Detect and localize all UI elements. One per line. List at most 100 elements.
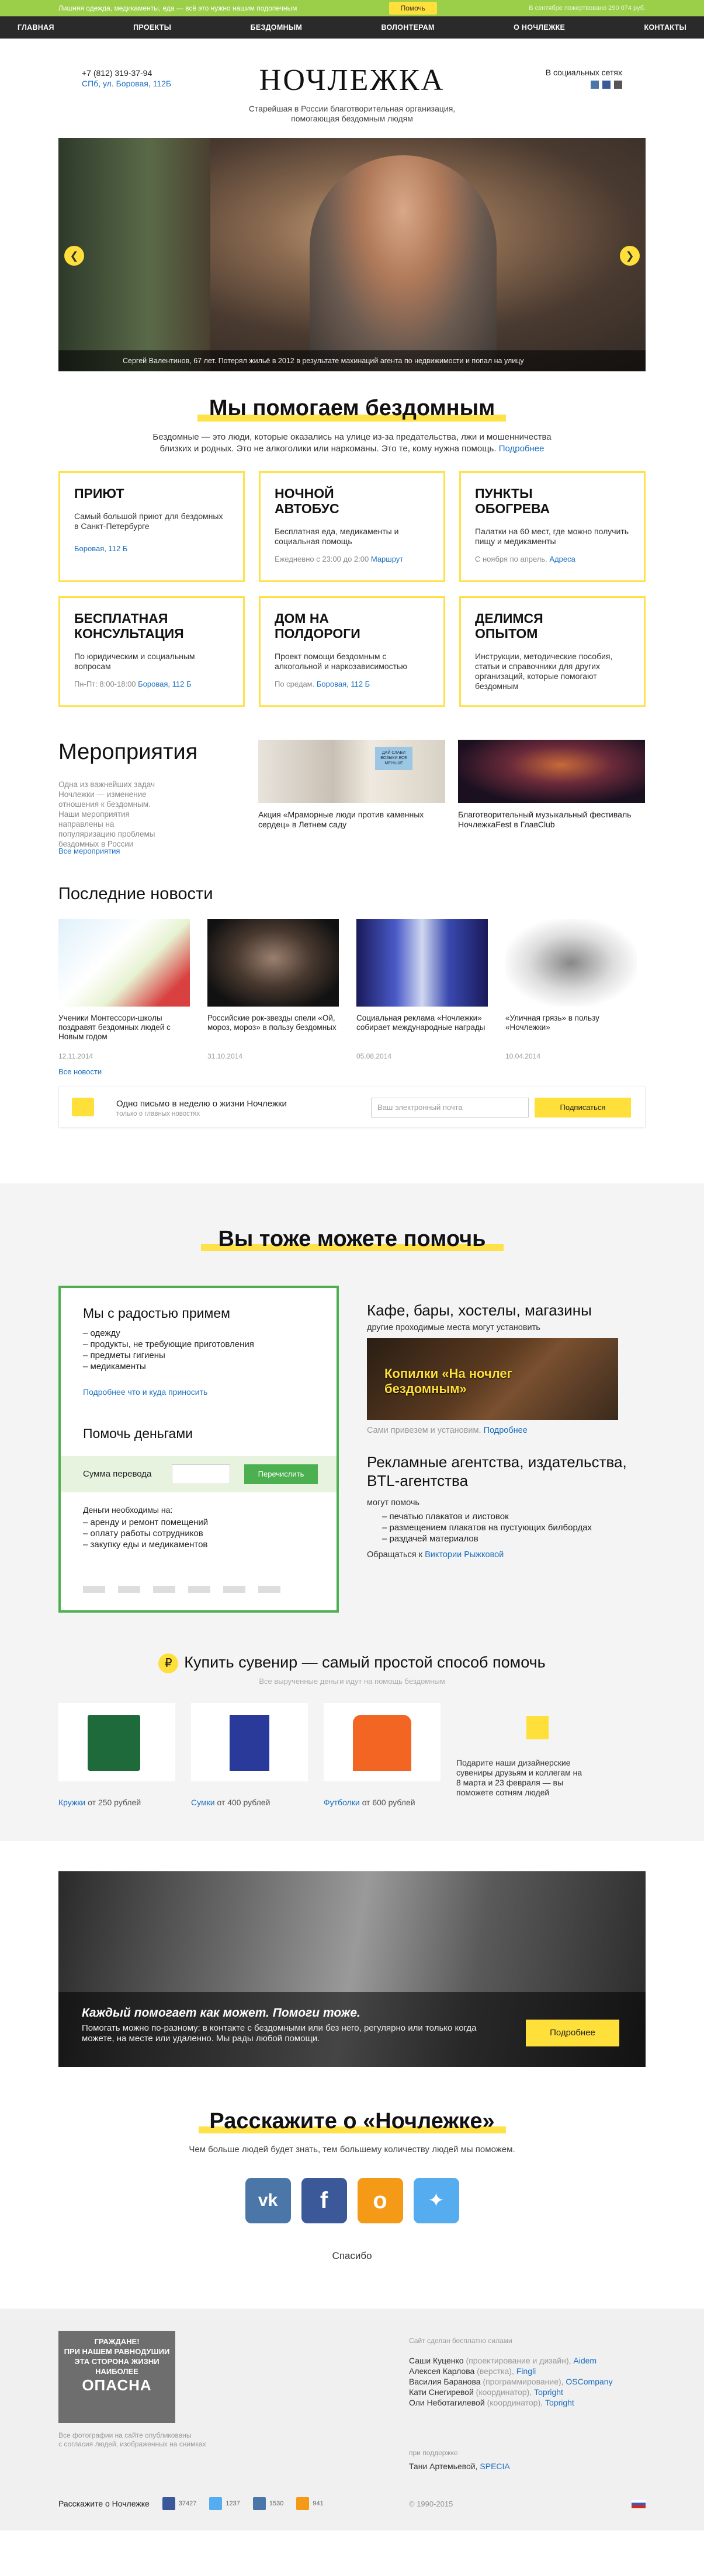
news-image [58,919,190,1007]
news-date: 10.04.2014 [505,1052,541,1060]
contact-link[interactable]: Виктории Рыжковой [425,1550,504,1559]
all-events-link[interactable]: Все мероприятия [58,847,120,855]
twitter-share-icon[interactable]: ✦ [413,2178,459,2223]
event-card[interactable]: ДАЙ СЛАБИ ВОЗЬМИ ВСЕ МЕНЬШЕ Акция «Мрамо… [258,740,445,830]
nav-item-homeless[interactable]: БЕЗДОМНЫМ [251,23,303,32]
odnoklassniki-share-icon[interactable]: о [357,2178,403,2223]
vk-icon[interactable] [591,81,599,89]
event-card[interactable]: Благотворительный музыкальный фестиваль … [458,740,645,830]
credit-name: Саши Куценко [409,2356,464,2365]
souvenir-item[interactable]: Кружки от 250 рублей [58,1703,175,1807]
all-news-link[interactable]: Все новости [58,1067,646,1076]
card-shelter[interactable]: ПРИЮТ Самый большой приют для бездомных … [58,471,245,582]
news-text: Социальная реклама «Ночлежки» собирает м… [356,1014,485,1032]
card-title: ДОМ НА ПОЛДОРОГИ [275,611,360,641]
event-text: Благотворительный музыкальный фестиваль … [458,810,632,829]
amount-label: Сумма перевода [83,1469,152,1479]
card-link[interactable]: Боровая, 112 Б [138,680,191,688]
card-night-bus[interactable]: НОЧНОЙ АВТОБУС Бесплатная еда, медикамен… [259,471,445,582]
accept-more-link[interactable]: Подробнее что и куда приносить [83,1387,207,1397]
russian-flag-icon[interactable] [632,2500,646,2508]
top-strip-text: Лишняя одежда, медикаменты, еда — всё эт… [58,4,297,12]
news-item[interactable]: Российские рок-звезды спели «Ой, мороз, … [207,919,339,1060]
news-title: Последние новости [58,885,213,903]
nav-item-projects[interactable]: ПРОЕКТЫ [133,23,171,32]
souvenirs-title: ₽ Купить сувенир — самый простой способ п… [0,1653,704,1673]
vk-share-icon[interactable]: vk [245,2178,291,2223]
can-help-section: Вы тоже можете помочь Мы с радостью прим… [0,1183,704,1841]
kopilki-note: Сами привезем и установим. [367,1426,481,1435]
instagram-icon[interactable] [614,81,622,89]
photos-note-line: с согласия людей, изображенных на снимка… [58,2440,206,2448]
souvenirs-list: Кружки от 250 рублей Сумки от 400 рублей… [58,1703,646,1807]
credit-link[interactable]: OSCompany [566,2377,612,2386]
facebook-icon[interactable] [602,81,611,89]
card-footnote: Пн-Пт: 8:00-18:00 [74,680,136,688]
slider-next-icon[interactable]: ❯ [620,246,640,266]
hero-caption: Сергей Валентинов, 67 лет. Потерял жильё… [58,350,646,371]
card-halfway-house[interactable]: ДОМ НА ПОЛДОРОГИ Проект помощи бездомным… [259,596,445,707]
amount-input[interactable] [172,1464,230,1484]
qiwi-icon [153,1586,175,1593]
card-link[interactable]: Боровая, 112 Б [74,544,127,553]
nav-item-volunteers[interactable]: ВОЛОНТЕРАМ [381,23,434,32]
tshirts-link[interactable]: Футболки [324,1798,360,1807]
email-field[interactable]: Ваш электронный почта [371,1098,529,1118]
help-intro: Бездомные — это люди, которые оказались … [0,431,704,455]
card-heating-points[interactable]: ПУНКТЫ ОБОГРЕВА Палатки на 60 мест, где … [459,471,646,582]
news-text: Ученики Монтессори-школы поздравят бездо… [58,1014,171,1041]
banner-title: Каждый помогает как может. Помоги тоже. [82,2006,360,2020]
footer-share-vk[interactable]: 1530 [252,2497,283,2510]
transfer-button[interactable]: Перечислить [244,1464,318,1484]
souvenirs-subtitle: Все вырученные деньги идут на помощь без… [259,1677,445,1686]
card-link[interactable]: Боровая, 112 Б [317,680,370,688]
credit-row: Василия Баранова (программирование), OSC… [409,2376,613,2387]
poster-line: ГРАЖДАНЕ! [94,2337,140,2346]
card-link[interactable]: Маршрут [371,555,403,563]
credit-link[interactable]: Topright [534,2387,563,2397]
nav-item-home[interactable]: ГЛАВНАЯ [18,23,54,32]
accept-title: Мы с радостью примем [83,1306,230,1321]
souvenir-item[interactable]: Футболки от 600 рублей [324,1703,441,1807]
credit-link[interactable]: Topright [545,2398,574,2407]
footer-share-ok[interactable]: 941 [296,2497,324,2510]
slider-prev-icon[interactable]: ❮ [64,246,84,266]
list-item: аренду и ремонт помещений [83,1517,209,1528]
footer-share-facebook[interactable]: 37427 [162,2497,196,2510]
news-item[interactable]: Ученики Монтессори-школы поздравят бездо… [58,919,190,1060]
tagline-line-1: Старейшая в России благотворительная орг… [248,104,456,113]
help-button[interactable]: Помочь [389,2,438,15]
help-intro-more-link[interactable]: Подробнее [499,444,545,454]
bags-link[interactable]: Сумки [191,1798,215,1807]
credit-link[interactable]: Fingli [516,2366,536,2376]
kopilki-image[interactable]: Копилки «На ночлег бездомным» [367,1338,618,1420]
news-item[interactable]: Социальная реклама «Ночлежки» собирает м… [356,919,488,1060]
list-item: печатью плакатов и листовок [382,1511,646,1522]
card-link[interactable]: Адреса [549,555,575,563]
mugs-link[interactable]: Кружки [58,1798,85,1807]
souvenir-price: от 600 рублей [362,1798,415,1807]
assist-label: при поддержке [409,2449,458,2457]
social-label: В социальных сетях [545,68,622,77]
assist-link[interactable]: SPECIA [480,2462,509,2471]
souvenir-item[interactable]: Сумки от 400 рублей [191,1703,308,1807]
subscribe-box: Одно письмо в неделю о жизни Ночлежки то… [58,1087,646,1127]
footer-share-twitter[interactable]: 1237 [209,2497,240,2510]
news-image [505,919,637,1007]
card-consultation[interactable]: БЕСПЛАТНАЯ КОНСУЛЬТАЦИЯ По юридическим и… [58,596,245,707]
kopilki-more-link[interactable]: Подробнее [484,1426,528,1435]
news-item[interactable]: «Уличная грязь» в пользу «Ночлежки» 10.0… [505,919,637,1060]
poster-line: ОПАСНА [82,2376,152,2394]
facebook-share-icon[interactable]: f [301,2178,347,2223]
credit-link[interactable]: Aidem [573,2356,597,2365]
subscribe-button[interactable]: Подписаться [535,1098,631,1118]
card-title: ДЕЛИМСЯ ОПЫТОМ [475,611,543,641]
needs-list: аренду и ремонт помещений оплату работы … [83,1517,209,1550]
payment-bar: Сумма перевода Перечислить [61,1456,337,1492]
banner-more-button[interactable]: Подробнее [526,2020,619,2046]
news-date: 12.11.2014 [58,1052,93,1060]
card-share-experience[interactable]: ДЕЛИМСЯ ОПЫТОМ Инструкции, методические … [459,596,646,707]
events-section: Мероприятия Одна из важнейших задач Ночл… [58,740,646,862]
nav-item-contacts[interactable]: КОНТАКТЫ [644,23,686,32]
nav-item-about[interactable]: О НОЧЛЕЖКЕ [514,23,565,32]
